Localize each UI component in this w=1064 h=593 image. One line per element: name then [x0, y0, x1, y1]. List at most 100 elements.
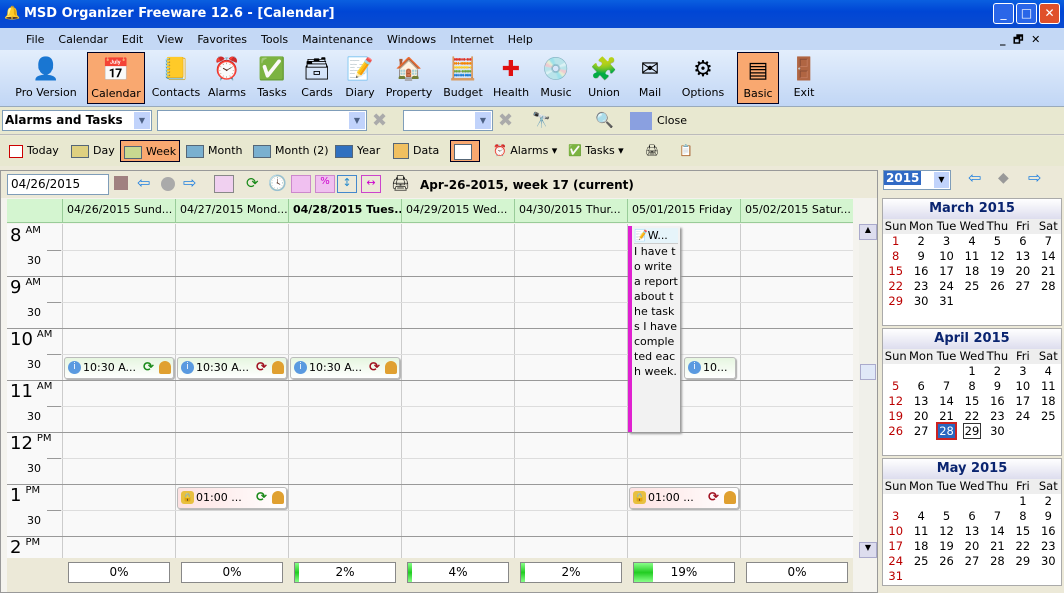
mini-day[interactable]: 18 [959, 264, 984, 279]
mini-day[interactable]: 24 [883, 554, 908, 569]
mini-day[interactable]: 26 [985, 279, 1010, 294]
view-week[interactable]: Week [120, 140, 181, 162]
mini-day[interactable]: 29 [1010, 554, 1035, 569]
mini-day[interactable]: 15 [959, 394, 984, 409]
time-format-icon[interactable] [291, 175, 311, 193]
toolbar-alarms[interactable]: ⏰ Alarms [207, 52, 247, 104]
mini-day[interactable]: 13 [908, 394, 933, 409]
mini-day[interactable]: 6 [908, 379, 933, 394]
mini-day[interactable]: 19 [934, 539, 959, 554]
mini-day[interactable]: 25 [1036, 409, 1061, 424]
mini-day[interactable]: 17 [1010, 394, 1035, 409]
mini-day[interactable]: 6 [959, 509, 984, 524]
mini-day[interactable]: 11 [959, 249, 984, 264]
current-year-icon[interactable]: ◆ [998, 170, 1009, 186]
mini-day[interactable]: 31 [883, 569, 908, 584]
mini-day[interactable]: 8 [883, 249, 908, 264]
mini-day[interactable]: 3 [1010, 364, 1035, 379]
mini-day[interactable]: 18 [1036, 394, 1061, 409]
mini-day[interactable]: 23 [1036, 539, 1061, 554]
clock-icon[interactable]: 🕓 [268, 174, 287, 192]
mini-day[interactable]: 19 [883, 409, 908, 424]
toolbar-health[interactable]: ✚ Health [490, 52, 532, 104]
day-header[interactable]: 04/30/2015 Thur... [514, 199, 627, 223]
goto-date-icon[interactable] [450, 140, 480, 162]
toolbar-union[interactable]: 🧩 Union [584, 52, 624, 104]
mini-day[interactable]: 4 [908, 509, 933, 524]
maximize-button[interactable]: □ [1016, 3, 1037, 24]
mini-day[interactable]: 3 [934, 234, 959, 249]
layout-icon[interactable] [214, 175, 234, 193]
mini-day[interactable]: 30 [908, 294, 933, 309]
mini-day[interactable]: 2 [908, 234, 933, 249]
mini-day[interactable]: 19 [985, 264, 1010, 279]
print-week-icon[interactable]: 🖨 [391, 174, 410, 192]
view-month[interactable]: Month [183, 140, 245, 162]
toolbar-options[interactable]: ⚙ Options [677, 52, 729, 104]
mini-day[interactable]: 1 [1010, 494, 1035, 509]
minimize-button[interactable]: _ [993, 3, 1014, 24]
mini-day[interactable]: 10 [1010, 379, 1035, 394]
mini-day[interactable]: 31 [934, 294, 959, 309]
mini-day[interactable]: 1 [883, 234, 908, 249]
view-data[interactable]: Data [390, 140, 442, 162]
mini-day[interactable]: 16 [985, 394, 1010, 409]
close-door-icon[interactable] [630, 112, 652, 130]
mini-day[interactable]: 4 [1036, 364, 1061, 379]
view-month-2[interactable]: Month (2) [250, 140, 332, 162]
prev-week-icon[interactable]: ⇦ [137, 173, 150, 192]
toolbar-pro-version[interactable]: 👤 Pro Version [8, 52, 84, 104]
mini-day[interactable]: 27 [908, 424, 933, 439]
date-picker-icon[interactable] [114, 176, 128, 190]
mini-day[interactable]: 13 [1010, 249, 1035, 264]
refresh-icon[interactable]: ⟳ [246, 174, 259, 192]
toolbar-exit[interactable]: 🚪 Exit [785, 52, 823, 104]
mini-day[interactable]: 25 [908, 554, 933, 569]
mini-day[interactable]: 12 [934, 524, 959, 539]
close-button[interactable]: Close [657, 114, 687, 127]
tasks-menu[interactable]: ✅ Tasks ▾ [565, 140, 627, 162]
mini-day[interactable]: 24 [1010, 409, 1035, 424]
clear-filter-icon[interactable]: ✖ [372, 110, 387, 131]
mini-day[interactable]: 21 [985, 539, 1010, 554]
day-header[interactable]: 04/29/2015 Wed... [401, 199, 514, 223]
vertical-scrollbar[interactable]: ▲ ▼ [859, 224, 877, 558]
toolbar-basic[interactable]: ▤ Basic [737, 52, 779, 104]
mini-day[interactable]: 10 [934, 249, 959, 264]
menu-help[interactable]: Help [508, 33, 533, 46]
event-item[interactable]: i 10... [684, 357, 736, 379]
time-grid[interactable]: 8AM309AM3010AM3011AM3012PM301PM302PM30i1… [7, 224, 853, 558]
mini-day[interactable]: 17 [883, 539, 908, 554]
note-card[interactable]: 📝W... I have to write a report about the… [628, 226, 680, 432]
prev-year-icon[interactable]: ⇦ [968, 168, 981, 187]
menu-calendar[interactable]: Calendar [58, 33, 107, 46]
mini-day[interactable]: 15 [1010, 524, 1035, 539]
menu-favorites[interactable]: Favorites [197, 33, 247, 46]
current-week-icon[interactable] [161, 177, 175, 191]
mini-day[interactable]: 29 [883, 294, 908, 309]
scroll-down-button[interactable]: ▼ [859, 542, 877, 558]
event-item[interactable]: i 10:30 A... ⟳ [177, 357, 287, 379]
mini-day[interactable]: 14 [985, 524, 1010, 539]
mini-day[interactable]: 7 [985, 509, 1010, 524]
mini-day[interactable]: 13 [959, 524, 984, 539]
mini-day[interactable]: 18 [908, 539, 933, 554]
mini-day[interactable]: 20 [959, 539, 984, 554]
mini-day[interactable]: 23 [985, 409, 1010, 424]
view-year[interactable]: Year [332, 140, 383, 162]
toolbar-budget[interactable]: 🧮 Budget [440, 52, 486, 104]
clear-filter-2-icon[interactable]: ✖ [498, 110, 513, 131]
view-today[interactable]: Today [6, 140, 62, 162]
mini-day[interactable]: 14 [934, 394, 959, 409]
day-header[interactable]: 05/02/2015 Satur... [740, 199, 853, 223]
mini-day[interactable]: 27 [959, 554, 984, 569]
mini-day[interactable]: 22 [883, 279, 908, 294]
mini-day[interactable]: 11 [908, 524, 933, 539]
alarms-menu[interactable]: ⏰ Alarms ▾ [490, 140, 560, 162]
mini-day[interactable]: 5 [934, 509, 959, 524]
magnifier-icon[interactable]: 🔍 [595, 111, 614, 129]
mini-day[interactable]: 8 [1010, 509, 1035, 524]
filter-select-1[interactable]: ▼ [157, 110, 367, 131]
mini-day[interactable]: 8 [959, 379, 984, 394]
mini-day[interactable]: 11 [1036, 379, 1061, 394]
